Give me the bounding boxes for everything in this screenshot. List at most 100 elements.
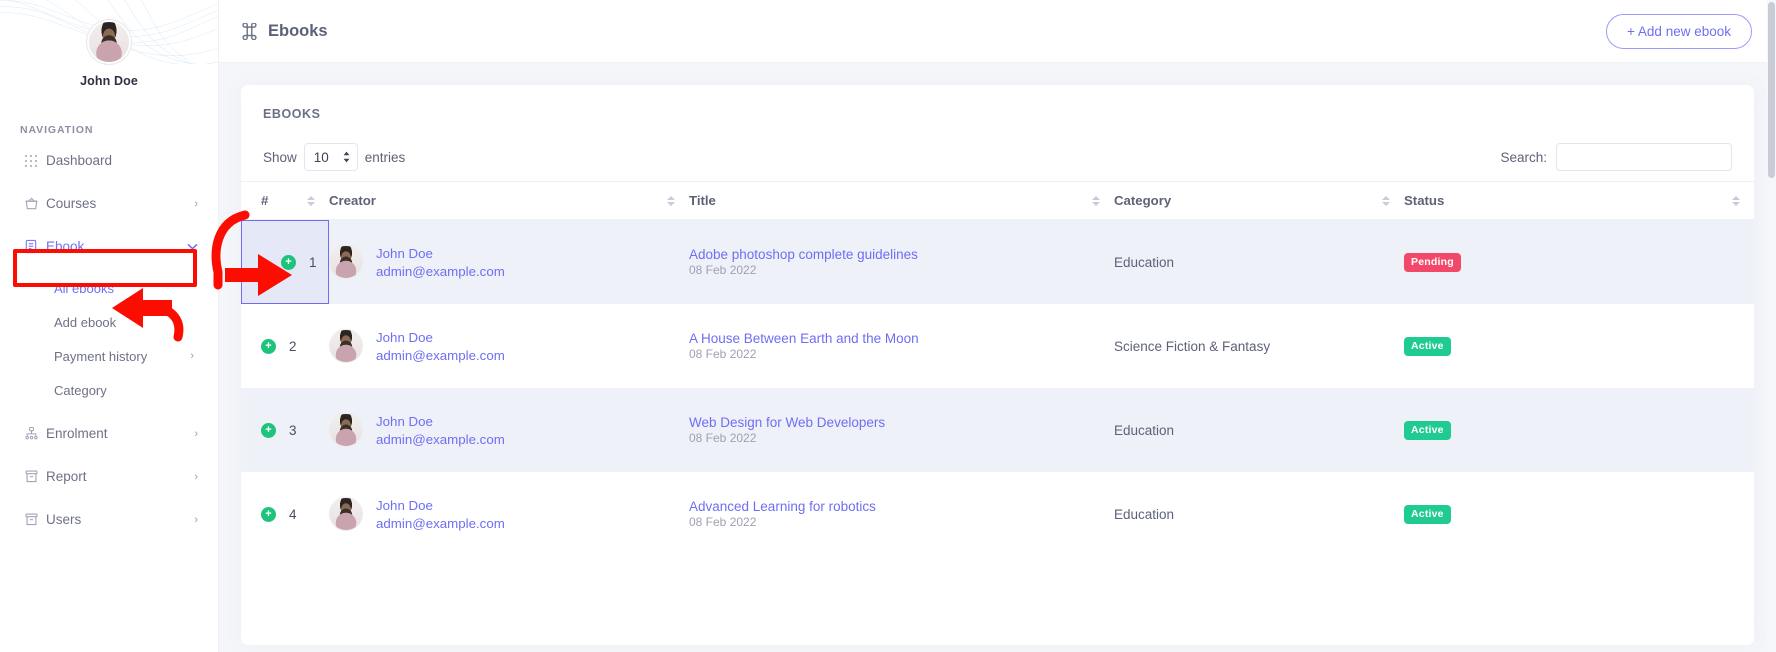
app-root: John Doe NAVIGATION Dashboard [0, 0, 1776, 652]
stepper-icon [342, 151, 351, 163]
creator-email-link[interactable]: admin@example.com [376, 348, 505, 363]
cell-creator: John Doe admin@example.com [329, 472, 689, 556]
add-new-ebook-button[interactable]: + Add new ebook [1606, 14, 1752, 49]
page-scrollbar-thumb[interactable] [1768, 2, 1775, 178]
cell-title: Web Design for Web Developers 08 Feb 202… [689, 388, 1114, 472]
creator-name-link[interactable]: John Doe [376, 414, 505, 429]
cell-number[interactable]: + 1 [241, 220, 329, 305]
page-length-control: Show 10 entries [263, 143, 405, 171]
expand-plus-icon[interactable]: + [281, 255, 296, 270]
column-label: Category [1114, 193, 1171, 208]
expand-plus-icon[interactable]: + [261, 507, 276, 522]
column-header-title[interactable]: Title [689, 182, 1114, 220]
row-number: 3 [289, 423, 297, 438]
column-label: Title [689, 193, 716, 208]
sidebar-item-all-ebooks[interactable]: All ebooks [8, 273, 210, 303]
sidebar-item-ebook[interactable]: Ebook [8, 230, 210, 263]
sidebar-item-category[interactable]: Category [8, 375, 210, 405]
column-header-status[interactable]: Status [1404, 182, 1754, 220]
column-header-category[interactable]: Category [1114, 182, 1404, 220]
expand-plus-icon[interactable]: + [261, 339, 276, 354]
avatar [329, 497, 363, 531]
ebook-title-link[interactable]: A House Between Earth and the Moon [689, 331, 1114, 346]
search-input[interactable] [1556, 143, 1732, 171]
cell-title: A House Between Earth and the Moon 08 Fe… [689, 304, 1114, 388]
sidebar: John Doe NAVIGATION Dashboard [0, 0, 219, 652]
sidebar-subitem-label: Add ebook [54, 315, 194, 330]
avatar [329, 245, 363, 279]
sort-icon [307, 196, 315, 206]
table-row[interactable]: + 1 John Doe admin@example.com [241, 220, 1754, 305]
table-row[interactable]: + 3 John Doe admin@example.com [241, 388, 1754, 472]
page-title-text: Ebooks [268, 22, 328, 41]
chevron-down-icon [187, 241, 198, 253]
sort-icon [1092, 196, 1100, 206]
column-header-number[interactable]: # [241, 182, 329, 220]
cell-category: Education [1114, 220, 1404, 305]
sidebar-subitem-label: Category [54, 383, 194, 398]
sort-icon [1732, 196, 1740, 206]
navigation-section-label: NAVIGATION [20, 124, 218, 136]
sidebar-subnav-ebook: All ebooks Add ebook Payment history › C… [8, 273, 210, 405]
content-area: EBOOKS Show 10 entries [219, 63, 1776, 645]
cell-number[interactable]: + 2 [241, 304, 329, 388]
cell-title: Adobe photoshop complete guidelines 08 F… [689, 220, 1114, 305]
cell-category: Science Fiction & Fantasy [1114, 304, 1404, 388]
cell-category: Education [1114, 472, 1404, 556]
category-text: Science Fiction & Fantasy [1114, 339, 1270, 354]
creator-name-link[interactable]: John Doe [376, 246, 505, 261]
column-header-creator[interactable]: Creator [329, 182, 689, 220]
cell-creator: John Doe admin@example.com [329, 388, 689, 472]
page-scrollbar-track[interactable] [1767, 0, 1776, 652]
column-label: # [261, 193, 268, 208]
topbar: Ebooks + Add new ebook [219, 0, 1776, 63]
sidebar-item-report[interactable]: Report › [8, 460, 210, 493]
sidebar-item-enrolment[interactable]: Enrolment › [8, 417, 210, 450]
chevron-right-icon: › [194, 514, 198, 526]
show-label: Show [263, 150, 297, 165]
sidebar-item-users[interactable]: Users › [8, 503, 210, 536]
row-number: 1 [309, 255, 317, 270]
sidebar-subitem-label: Payment history [54, 349, 190, 364]
expand-plus-icon[interactable]: + [261, 423, 276, 438]
creator-email-link[interactable]: admin@example.com [376, 432, 505, 447]
ebook-date: 08 Feb 2022 [689, 431, 756, 445]
main-content: Ebooks + Add new ebook EBOOKS Show 10 [219, 0, 1776, 652]
card-heading: EBOOKS [241, 85, 1754, 121]
creator-email-link[interactable]: admin@example.com [376, 516, 505, 531]
sort-icon [667, 196, 675, 206]
status-badge: Active [1404, 505, 1451, 524]
sidebar-item-add-ebook[interactable]: Add ebook [8, 307, 210, 337]
ebook-date: 08 Feb 2022 [689, 263, 756, 277]
book-icon [24, 239, 46, 254]
sidebar-item-label: Report [46, 469, 194, 484]
sort-icon [1382, 196, 1390, 206]
hierarchy-icon [24, 426, 46, 441]
table-head: # Creator Title [241, 182, 1754, 220]
cell-creator: John Doe admin@example.com [329, 220, 689, 305]
sidebar-item-dashboard[interactable]: Dashboard [8, 144, 210, 177]
ebooks-table: # Creator Title [241, 181, 1754, 556]
search-label: Search: [1500, 150, 1547, 165]
cell-number[interactable]: + 3 [241, 388, 329, 472]
column-label: Status [1404, 193, 1444, 208]
category-text: Education [1114, 255, 1174, 270]
sidebar-item-label: Dashboard [46, 153, 198, 168]
page-length-select[interactable]: 10 [304, 143, 358, 171]
ebook-title-link[interactable]: Advanced Learning for robotics [689, 499, 1114, 514]
cell-number[interactable]: + 4 [241, 472, 329, 556]
basket-icon [24, 196, 46, 211]
page-title: Ebooks [241, 22, 328, 41]
sidebar-item-label: Enrolment [46, 426, 194, 441]
ebook-title-link[interactable]: Web Design for Web Developers [689, 415, 1114, 430]
ebook-title-link[interactable]: Adobe photoshop complete guidelines [689, 247, 1114, 262]
status-badge: Pending [1404, 253, 1461, 272]
table-row[interactable]: + 2 John Doe admin@example.com [241, 304, 1754, 388]
sidebar-item-payment-history[interactable]: Payment history › [8, 341, 210, 371]
creator-email-link[interactable]: admin@example.com [376, 264, 505, 279]
creator-name-link[interactable]: John Doe [376, 330, 505, 345]
sidebar-item-courses[interactable]: Courses › [8, 187, 210, 220]
avatar [87, 20, 131, 64]
creator-name-link[interactable]: John Doe [376, 498, 505, 513]
table-row[interactable]: + 4 John Doe admin@example.com [241, 472, 1754, 556]
